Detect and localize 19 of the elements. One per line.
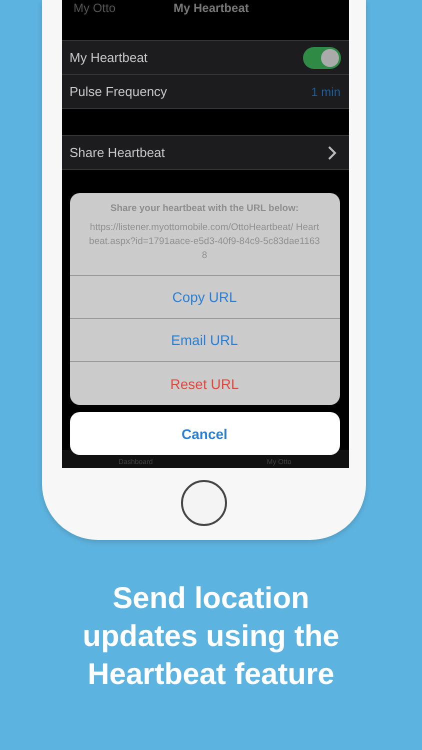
cancel-button[interactable]: Cancel <box>70 412 340 455</box>
setting-label: My Heartbeat <box>70 50 148 65</box>
setting-label: Share Heartbeat <box>70 145 165 160</box>
action-button[interactable]: Reset URL <box>70 362 340 405</box>
setting-value: 1 min <box>311 84 340 98</box>
nav-title: My Heartbeat <box>174 2 249 14</box>
home-button[interactable] <box>181 480 227 526</box>
sheet-message: https://listener.myottomobile.com/OttoHeartbeat/ Heartbeat.aspx?id=1791aace-e5d3-40f9-84c9-5c83dae11638 <box>88 221 321 263</box>
settings-row[interactable]: Share Heartbeat <box>62 136 348 170</box>
caption: Send location updates using the Heartbeat feature <box>82 581 340 693</box>
back-link[interactable]: My Otto <box>74 2 174 14</box>
toggle-switch[interactable] <box>302 46 340 68</box>
settings-row[interactable]: My Heartbeat <box>62 41 348 75</box>
chevron-icon <box>326 146 336 160</box>
setting-label: Pulse Frequency <box>70 84 168 99</box>
settings-row[interactable]: Pulse Frequency 1 min <box>62 75 348 109</box>
sheet-title: Share your heartbeat with the URL below: <box>109 203 300 214</box>
action-button[interactable]: Email URL <box>70 319 340 362</box>
action-button[interactable]: Copy URL <box>70 276 340 319</box>
